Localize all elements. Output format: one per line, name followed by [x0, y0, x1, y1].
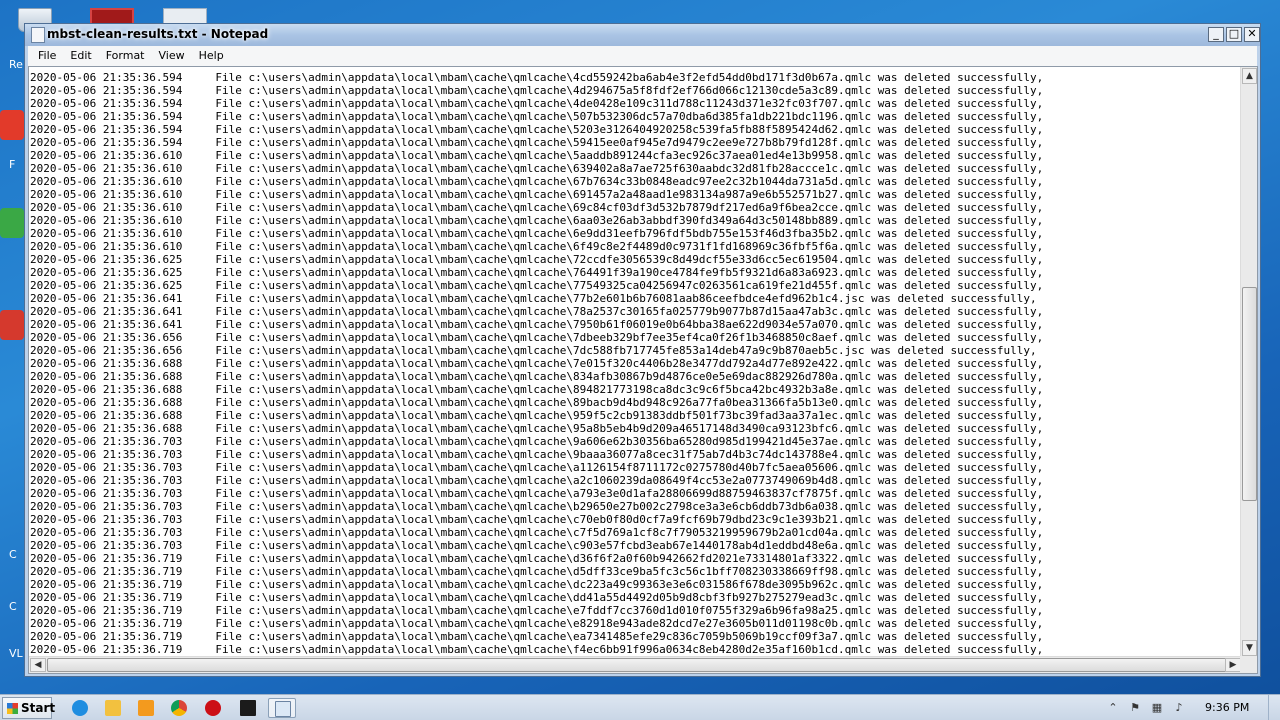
- horizontal-scrollbar[interactable]: ◀ ▶: [29, 656, 1242, 673]
- log-line: 2020-05-06 21:35:36.594 File c:\users\ad…: [30, 71, 1044, 84]
- scroll-down-icon[interactable]: ▼: [1242, 640, 1257, 656]
- desktop-label: VL: [9, 647, 23, 660]
- windows-logo-icon: [7, 703, 18, 714]
- media-player-icon[interactable]: [132, 698, 160, 718]
- log-line: 2020-05-06 21:35:36.703 File c:\users\ad…: [30, 461, 1044, 474]
- internet-explorer-icon[interactable]: [66, 698, 94, 718]
- log-line: 2020-05-06 21:35:36.688 File c:\users\ad…: [30, 409, 1044, 422]
- text-content[interactable]: 2020-05-06 21:35:36.594 File c:\users\ad…: [29, 67, 1242, 657]
- log-line: 2020-05-06 21:35:36.703 File c:\users\ad…: [30, 474, 1044, 487]
- log-line: 2020-05-06 21:35:36.719 File c:\users\ad…: [30, 552, 1044, 565]
- log-line: 2020-05-06 21:35:36.703 File c:\users\ad…: [30, 487, 1044, 500]
- volume-icon[interactable]: ♪: [1171, 700, 1187, 716]
- log-line: 2020-05-06 21:35:36.719 File c:\users\ad…: [30, 578, 1044, 591]
- system-tray: ⌃ ⚑ ▦ ♪: [1105, 699, 1193, 717]
- menu-bar: File Edit Format View Help: [28, 46, 1257, 66]
- show-desktop-button[interactable]: [1268, 695, 1280, 720]
- log-line: 2020-05-06 21:35:36.703 File c:\users\ad…: [30, 500, 1044, 513]
- log-line: 2020-05-06 21:35:36.610 File c:\users\ad…: [30, 188, 1044, 201]
- log-line: 2020-05-06 21:35:36.610 File c:\users\ad…: [30, 149, 1044, 162]
- log-line: 2020-05-06 21:35:36.594 File c:\users\ad…: [30, 84, 1044, 97]
- log-line: 2020-05-06 21:35:36.688 File c:\users\ad…: [30, 383, 1044, 396]
- log-line: 2020-05-06 21:35:36.610 File c:\users\ad…: [30, 214, 1044, 227]
- command-prompt-icon[interactable]: [234, 698, 262, 718]
- chevron-up-icon[interactable]: ⌃: [1105, 700, 1121, 716]
- log-line: 2020-05-06 21:35:36.719 File c:\users\ad…: [30, 604, 1044, 617]
- scroll-right-icon[interactable]: ▶: [1225, 658, 1241, 672]
- clock[interactable]: 9:36 PM: [1205, 701, 1249, 714]
- title-bar[interactable]: mbst-clean-results.txt - Notepad _ □ ✕: [25, 24, 1260, 46]
- log-line: 2020-05-06 21:35:36.719 File c:\users\ad…: [30, 630, 1044, 643]
- network-icon[interactable]: ▦: [1149, 700, 1165, 716]
- menu-file[interactable]: File: [31, 46, 63, 66]
- menu-help[interactable]: Help: [192, 46, 231, 66]
- desktop-label: Re: [9, 58, 23, 71]
- notepad-taskbar-icon[interactable]: [268, 698, 296, 718]
- log-line: 2020-05-06 21:35:36.703 File c:\users\ad…: [30, 526, 1044, 539]
- log-line: 2020-05-06 21:35:36.594 File c:\users\ad…: [30, 136, 1044, 149]
- log-line: 2020-05-06 21:35:36.610 File c:\users\ad…: [30, 240, 1044, 253]
- notepad-window: mbst-clean-results.txt - Notepad _ □ ✕ F…: [24, 23, 1261, 677]
- log-line: 2020-05-06 21:35:36.719 File c:\users\ad…: [30, 643, 1044, 656]
- log-line: 2020-05-06 21:35:36.610 File c:\users\ad…: [30, 201, 1044, 214]
- log-line: 2020-05-06 21:35:36.594 File c:\users\ad…: [30, 123, 1044, 136]
- window-title: mbst-clean-results.txt - Notepad: [47, 27, 269, 41]
- log-line: 2020-05-06 21:35:36.719 File c:\users\ad…: [30, 617, 1044, 630]
- log-line: 2020-05-06 21:35:36.719 File c:\users\ad…: [30, 591, 1044, 604]
- log-line: 2020-05-06 21:35:36.703 File c:\users\ad…: [30, 539, 1044, 552]
- notepad-icon: [31, 27, 45, 43]
- action-center-icon[interactable]: ⚑: [1127, 700, 1143, 716]
- menu-format[interactable]: Format: [99, 46, 152, 66]
- log-line: 2020-05-06 21:35:36.625 File c:\users\ad…: [30, 266, 1044, 279]
- log-line: 2020-05-06 21:35:36.610 File c:\users\ad…: [30, 162, 1044, 175]
- desktop-app-icon[interactable]: [0, 310, 24, 340]
- start-label: Start: [21, 701, 56, 715]
- horizontal-scroll-thumb[interactable]: [47, 658, 1227, 672]
- minimize-button[interactable]: _: [1208, 27, 1224, 42]
- editor-area[interactable]: 2020-05-06 21:35:36.594 File c:\users\ad…: [28, 66, 1258, 674]
- log-line: 2020-05-06 21:35:36.703 File c:\users\ad…: [30, 513, 1044, 526]
- log-line: 2020-05-06 21:35:36.610 File c:\users\ad…: [30, 175, 1044, 188]
- log-line: 2020-05-06 21:35:36.594 File c:\users\ad…: [30, 97, 1044, 110]
- log-line: 2020-05-06 21:35:36.625 File c:\users\ad…: [30, 253, 1044, 266]
- file-explorer-icon[interactable]: [99, 698, 127, 718]
- size-grip[interactable]: [1240, 656, 1257, 673]
- log-line: 2020-05-06 21:35:36.688 File c:\users\ad…: [30, 396, 1044, 409]
- desktop-label: C: [9, 548, 17, 561]
- vertical-scroll-thumb[interactable]: [1242, 287, 1257, 501]
- log-line: 2020-05-06 21:35:36.610 File c:\users\ad…: [30, 227, 1044, 240]
- log-line: 2020-05-06 21:35:36.688 File c:\users\ad…: [30, 370, 1044, 383]
- log-line: 2020-05-06 21:35:36.641 File c:\users\ad…: [30, 305, 1044, 318]
- log-line: 2020-05-06 21:35:36.641 File c:\users\ad…: [30, 292, 1037, 305]
- log-line: 2020-05-06 21:35:36.703 File c:\users\ad…: [30, 435, 1044, 448]
- scroll-up-icon[interactable]: ▲: [1242, 68, 1257, 84]
- scroll-left-icon[interactable]: ◀: [30, 658, 46, 672]
- desktop-app-icon[interactable]: [0, 110, 24, 140]
- log-line: 2020-05-06 21:35:36.656 File c:\users\ad…: [30, 331, 1044, 344]
- menu-edit[interactable]: Edit: [63, 46, 98, 66]
- opera-icon[interactable]: [199, 698, 227, 718]
- log-line: 2020-05-06 21:35:36.625 File c:\users\ad…: [30, 279, 1044, 292]
- log-line: 2020-05-06 21:35:36.594 File c:\users\ad…: [30, 110, 1044, 123]
- chrome-icon[interactable]: [165, 698, 193, 718]
- desktop-label: F: [9, 158, 16, 171]
- vertical-scrollbar[interactable]: ▲ ▼: [1240, 67, 1257, 657]
- log-line: 2020-05-06 21:35:36.719 File c:\users\ad…: [30, 565, 1044, 578]
- log-line: 2020-05-06 21:35:36.703 File c:\users\ad…: [30, 448, 1044, 461]
- taskbar: Start ⌃ ⚑ ▦ ♪ 9:36 PM: [0, 694, 1280, 720]
- menu-view[interactable]: View: [152, 46, 192, 66]
- start-button[interactable]: Start: [2, 697, 56, 719]
- desktop-label: C: [9, 600, 17, 613]
- log-line: 2020-05-06 21:35:36.688 File c:\users\ad…: [30, 357, 1044, 370]
- log-line: 2020-05-06 21:35:36.656 File c:\users\ad…: [30, 344, 1037, 357]
- desktop-app-icon[interactable]: [0, 208, 24, 238]
- maximize-button[interactable]: □: [1226, 27, 1242, 42]
- close-button[interactable]: ✕: [1244, 27, 1260, 42]
- log-line: 2020-05-06 21:35:36.641 File c:\users\ad…: [30, 318, 1044, 331]
- log-line: 2020-05-06 21:35:36.688 File c:\users\ad…: [30, 422, 1044, 435]
